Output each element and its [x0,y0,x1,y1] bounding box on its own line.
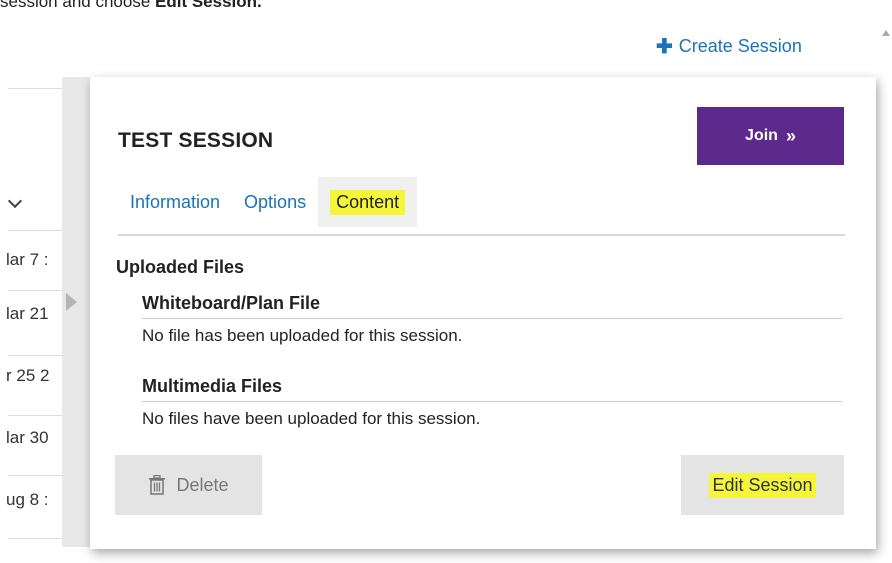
double-chevron-right-icon: » [785,125,796,146]
divider [8,475,68,476]
tab-label: Options [244,191,307,212]
chevron-down-icon[interactable] [7,193,23,209]
multimedia-files-heading: Multimedia Files [142,376,283,396]
divider [8,88,68,89]
join-button[interactable]: Join » [697,107,844,165]
trash-icon [149,475,166,495]
edit-session-button[interactable]: Edit Session [681,455,844,515]
tab-label: Information [130,191,221,212]
intro-prefix: session and choose [0,0,155,11]
uploaded-files-heading: Uploaded Files [116,257,245,277]
create-session-link[interactable]: ✚ Create Session [656,34,802,59]
edit-session-label: Edit Session [709,472,816,498]
list-item[interactable]: lar 30 [6,428,49,448]
intro-text: session and choose Edit Session. [0,0,262,12]
delete-label: Delete [176,474,229,495]
tab-information[interactable]: Information [118,177,232,227]
list-item[interactable]: lar 21 [6,304,49,324]
tabs-divider [118,234,845,236]
divider [8,290,68,291]
session-title: TEST SESSION [118,129,274,152]
tab-label: Content [330,189,406,215]
tab-options[interactable]: Options [232,177,318,227]
whiteboard-file-message: No file has been uploaded for this sessi… [142,326,463,345]
divider [8,538,68,539]
join-label: Join [745,127,778,144]
session-tabs: Information Options Content [118,177,418,227]
divider [8,415,68,416]
divider [142,401,842,402]
plus-icon: ✚ [656,36,673,58]
multimedia-files-message: No files have been uploaded for this ses… [142,409,481,428]
intro-bold: Edit Session. [155,0,262,11]
scroll-up-arrow-icon[interactable] [882,30,890,36]
collapse-panel-arrow-icon[interactable] [66,293,77,311]
delete-button[interactable]: Delete [115,455,262,515]
list-item[interactable]: ug 8 : [6,490,49,510]
whiteboard-file-heading: Whiteboard/Plan File [142,293,321,313]
session-details-panel: TEST SESSION Join » Information Options … [90,77,876,549]
divider [8,355,68,356]
tab-content[interactable]: Content [318,177,418,227]
panel-side-strip [62,77,90,547]
divider [142,318,842,319]
divider [8,230,68,231]
create-session-label: Create Session [678,36,802,56]
list-item[interactable]: lar 7 : [6,250,49,270]
list-item[interactable]: r 25 2 [6,366,49,386]
